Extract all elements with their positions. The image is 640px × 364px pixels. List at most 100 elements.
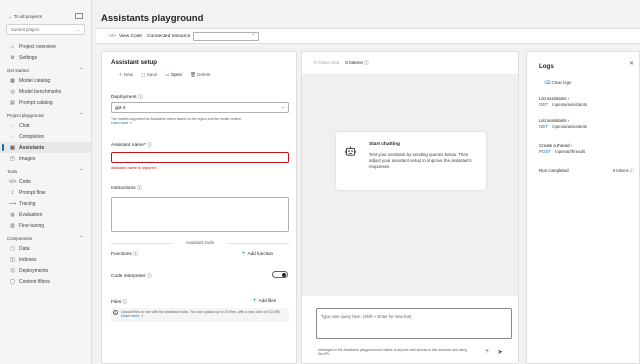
code-icon: </>: [9, 178, 17, 185]
sidebar-item-model-catalog[interactable]: ▦ Model catalog: [0, 75, 91, 86]
chat-panel: ⟲ Clear chat 0 tokens ⓘ Start chatting T…: [301, 51, 519, 364]
toggle-knob: [282, 273, 286, 277]
instructions-textarea[interactable]: [111, 197, 289, 232]
setup-actions: ＋ New ▢ Save ▭ Open 🗑︎ Delete: [118, 72, 210, 78]
add-function-label: Add function: [247, 251, 274, 256]
sidebar-item-evaluation[interactable]: ◍ Evaluation: [0, 209, 91, 220]
collapse-sidebar-icon[interactable]: [75, 13, 83, 19]
sidebar-item-label: Prompt catalog: [19, 99, 53, 106]
project-selector-value: Current project: [11, 27, 39, 32]
sidebar-item-chat[interactable]: ◌ Chat: [0, 120, 91, 131]
open-label: Open: [170, 72, 183, 77]
sidebar-item-model-benchmarks[interactable]: ◎ Model benchmarks: [0, 86, 91, 97]
sidebar-section-components[interactable]: Components ⌃: [0, 233, 91, 243]
sidebar-item-prompt-catalog[interactable]: ▤ Prompt catalog: [0, 97, 91, 108]
deployment-value: gpt-4: [115, 105, 126, 110]
completion-icon: ◌: [11, 133, 14, 140]
project-selector[interactable]: Current project ⌄: [6, 24, 85, 35]
assistant-name-input[interactable]: [111, 152, 289, 163]
files-label: Files ⓘ: [111, 300, 128, 305]
new-label: New: [123, 72, 134, 77]
log-entry-path: /openai/assistants: [552, 124, 588, 129]
functions-label: Functions ⓘ: [111, 252, 138, 257]
evaluation-icon: ◍: [10, 211, 15, 218]
start-chatting-card: Start chatting Test your assistant by se…: [336, 132, 486, 190]
sidebar-item-label: Prompt flow: [19, 189, 46, 196]
deployment-label: Deployment ⓘ: [111, 95, 143, 100]
view-code-button[interactable]: View Code: [119, 34, 142, 39]
save-button[interactable]: ▢ Save: [141, 72, 157, 78]
close-icon[interactable]: ✕: [629, 60, 634, 67]
bot-icon: [345, 146, 356, 156]
sidebar-section-label: Get started: [7, 67, 29, 73]
sidebar-item-completion[interactable]: ◌ Completion: [0, 131, 91, 142]
sidebar-item-data[interactable]: ▢ Data: [0, 243, 91, 254]
sidebar-item-settings[interactable]: ⚙ Settings: [0, 52, 91, 63]
code-icon: </>: [109, 33, 116, 39]
sidebar-item-label: Completion: [19, 133, 45, 140]
prompt-flow-icon: ⟟: [11, 189, 14, 196]
chevron-up-icon: ⌃: [79, 67, 83, 72]
clear-chat-button[interactable]: ⟲ Clear chat: [313, 60, 339, 65]
log-entry[interactable]: Create a thread › POST/openai/threads: [539, 143, 585, 155]
sidebar-item-fine-tuning[interactable]: ▥ Fine-tuning: [0, 220, 91, 231]
sidebar-section-tools[interactable]: Tools ⌃: [0, 166, 91, 176]
sidebar-item-project-overview[interactable]: ⌂ Project overview: [0, 41, 91, 52]
sidebar-item-prompt-flow[interactable]: ⟟ Prompt flow: [0, 187, 91, 198]
chat-area: Start chatting Test your assistant by se…: [302, 74, 518, 296]
files-learn-more-link[interactable]: Learn more ↗: [121, 314, 143, 318]
clear-logs-button[interactable]: ⌫ Clear logs: [544, 80, 571, 86]
sidebar-item-code[interactable]: </> Code: [0, 176, 91, 187]
add-function-button[interactable]: + Add function: [242, 251, 273, 257]
model-benchmarks-icon: ◎: [10, 88, 15, 95]
assistants-icon: ▣: [10, 144, 15, 151]
files-info-box: i Upload files to use with the Assistant…: [111, 308, 289, 322]
sidebar-item-deployments[interactable]: ⌬ Deployments: [0, 265, 91, 276]
code-interpreter-toggle[interactable]: [272, 271, 288, 278]
connected-resource-select[interactable]: [193, 31, 260, 41]
info-icon: i: [113, 310, 118, 315]
attach-plus-icon[interactable]: +: [485, 348, 489, 356]
back-to-projects-link[interactable]: ← To all projects: [8, 14, 42, 19]
sidebar-item-indexes[interactable]: ◫ Indexes: [0, 254, 91, 265]
sidebar-item-content-filters[interactable]: ◯ Content filters: [0, 276, 91, 287]
sidebar-item-label: Assistants: [19, 144, 45, 151]
log-entry-method: POST: [539, 149, 551, 154]
sidebar-item-label: Deployments: [19, 267, 49, 274]
tools-divider: Assistant tools: [111, 240, 289, 245]
send-icon[interactable]: ➤: [497, 348, 503, 356]
clear-chat-label: Clear chat: [318, 60, 340, 65]
chat-send-controls: + ➤: [485, 348, 503, 356]
run-completed-label: Run completed: [539, 168, 569, 173]
delete-button[interactable]: 🗑︎ Delete: [190, 72, 210, 78]
files-info-text: Upload files to use with the Assistant t…: [121, 310, 281, 314]
add-files-button[interactable]: + Add files: [253, 298, 276, 304]
sidebar-section-project-playground[interactable]: Project playground ⌃: [0, 110, 91, 120]
instructions-label: Instructions ⓘ: [111, 186, 142, 191]
chat-input[interactable]: Type user query here. (Shift + Enter for…: [316, 308, 512, 339]
sidebar-item-label: Images: [19, 155, 36, 162]
open-button[interactable]: ▭ Open: [165, 72, 182, 78]
sidebar-section-get-started[interactable]: Get started ⌃: [0, 65, 91, 75]
chevron-up-icon: ⌃: [79, 168, 83, 173]
settings-icon: ⚙: [10, 54, 15, 61]
plus-icon: +: [242, 251, 246, 257]
sidebar-item-images[interactable]: ◰ Images: [0, 153, 91, 164]
log-entry[interactable]: List assistants › GET/openai/assistants: [539, 96, 587, 108]
model-catalog-icon: ▦: [10, 77, 15, 84]
sidebar-item-tracing[interactable]: ⟿ Tracing: [0, 198, 91, 209]
tracing-icon: ⟿: [9, 200, 17, 207]
images-icon: ◰: [10, 155, 15, 162]
sidebar-item-label: Evaluation: [19, 211, 43, 218]
prompt-catalog-icon: ▤: [10, 99, 15, 106]
sidebar-item-label: Fine-tuning: [19, 222, 45, 229]
new-button[interactable]: ＋ New: [118, 72, 133, 78]
deployment-select[interactable]: gpt-4 ⌄: [111, 102, 289, 113]
deployment-learn-more-link[interactable]: Learn more ↗: [111, 121, 132, 125]
log-entry-method: GET: [539, 102, 549, 107]
chat-disclaimer: Messages in the Assistants playground ar…: [318, 348, 467, 357]
log-entry[interactable]: List assistants › GET/openai/assistants: [539, 118, 587, 130]
sidebar-item-assistants[interactable]: ▣ Assistants: [0, 142, 91, 153]
chevron-down-icon: ⌄: [281, 104, 285, 109]
log-entry-path: /openai/threads: [554, 149, 586, 154]
